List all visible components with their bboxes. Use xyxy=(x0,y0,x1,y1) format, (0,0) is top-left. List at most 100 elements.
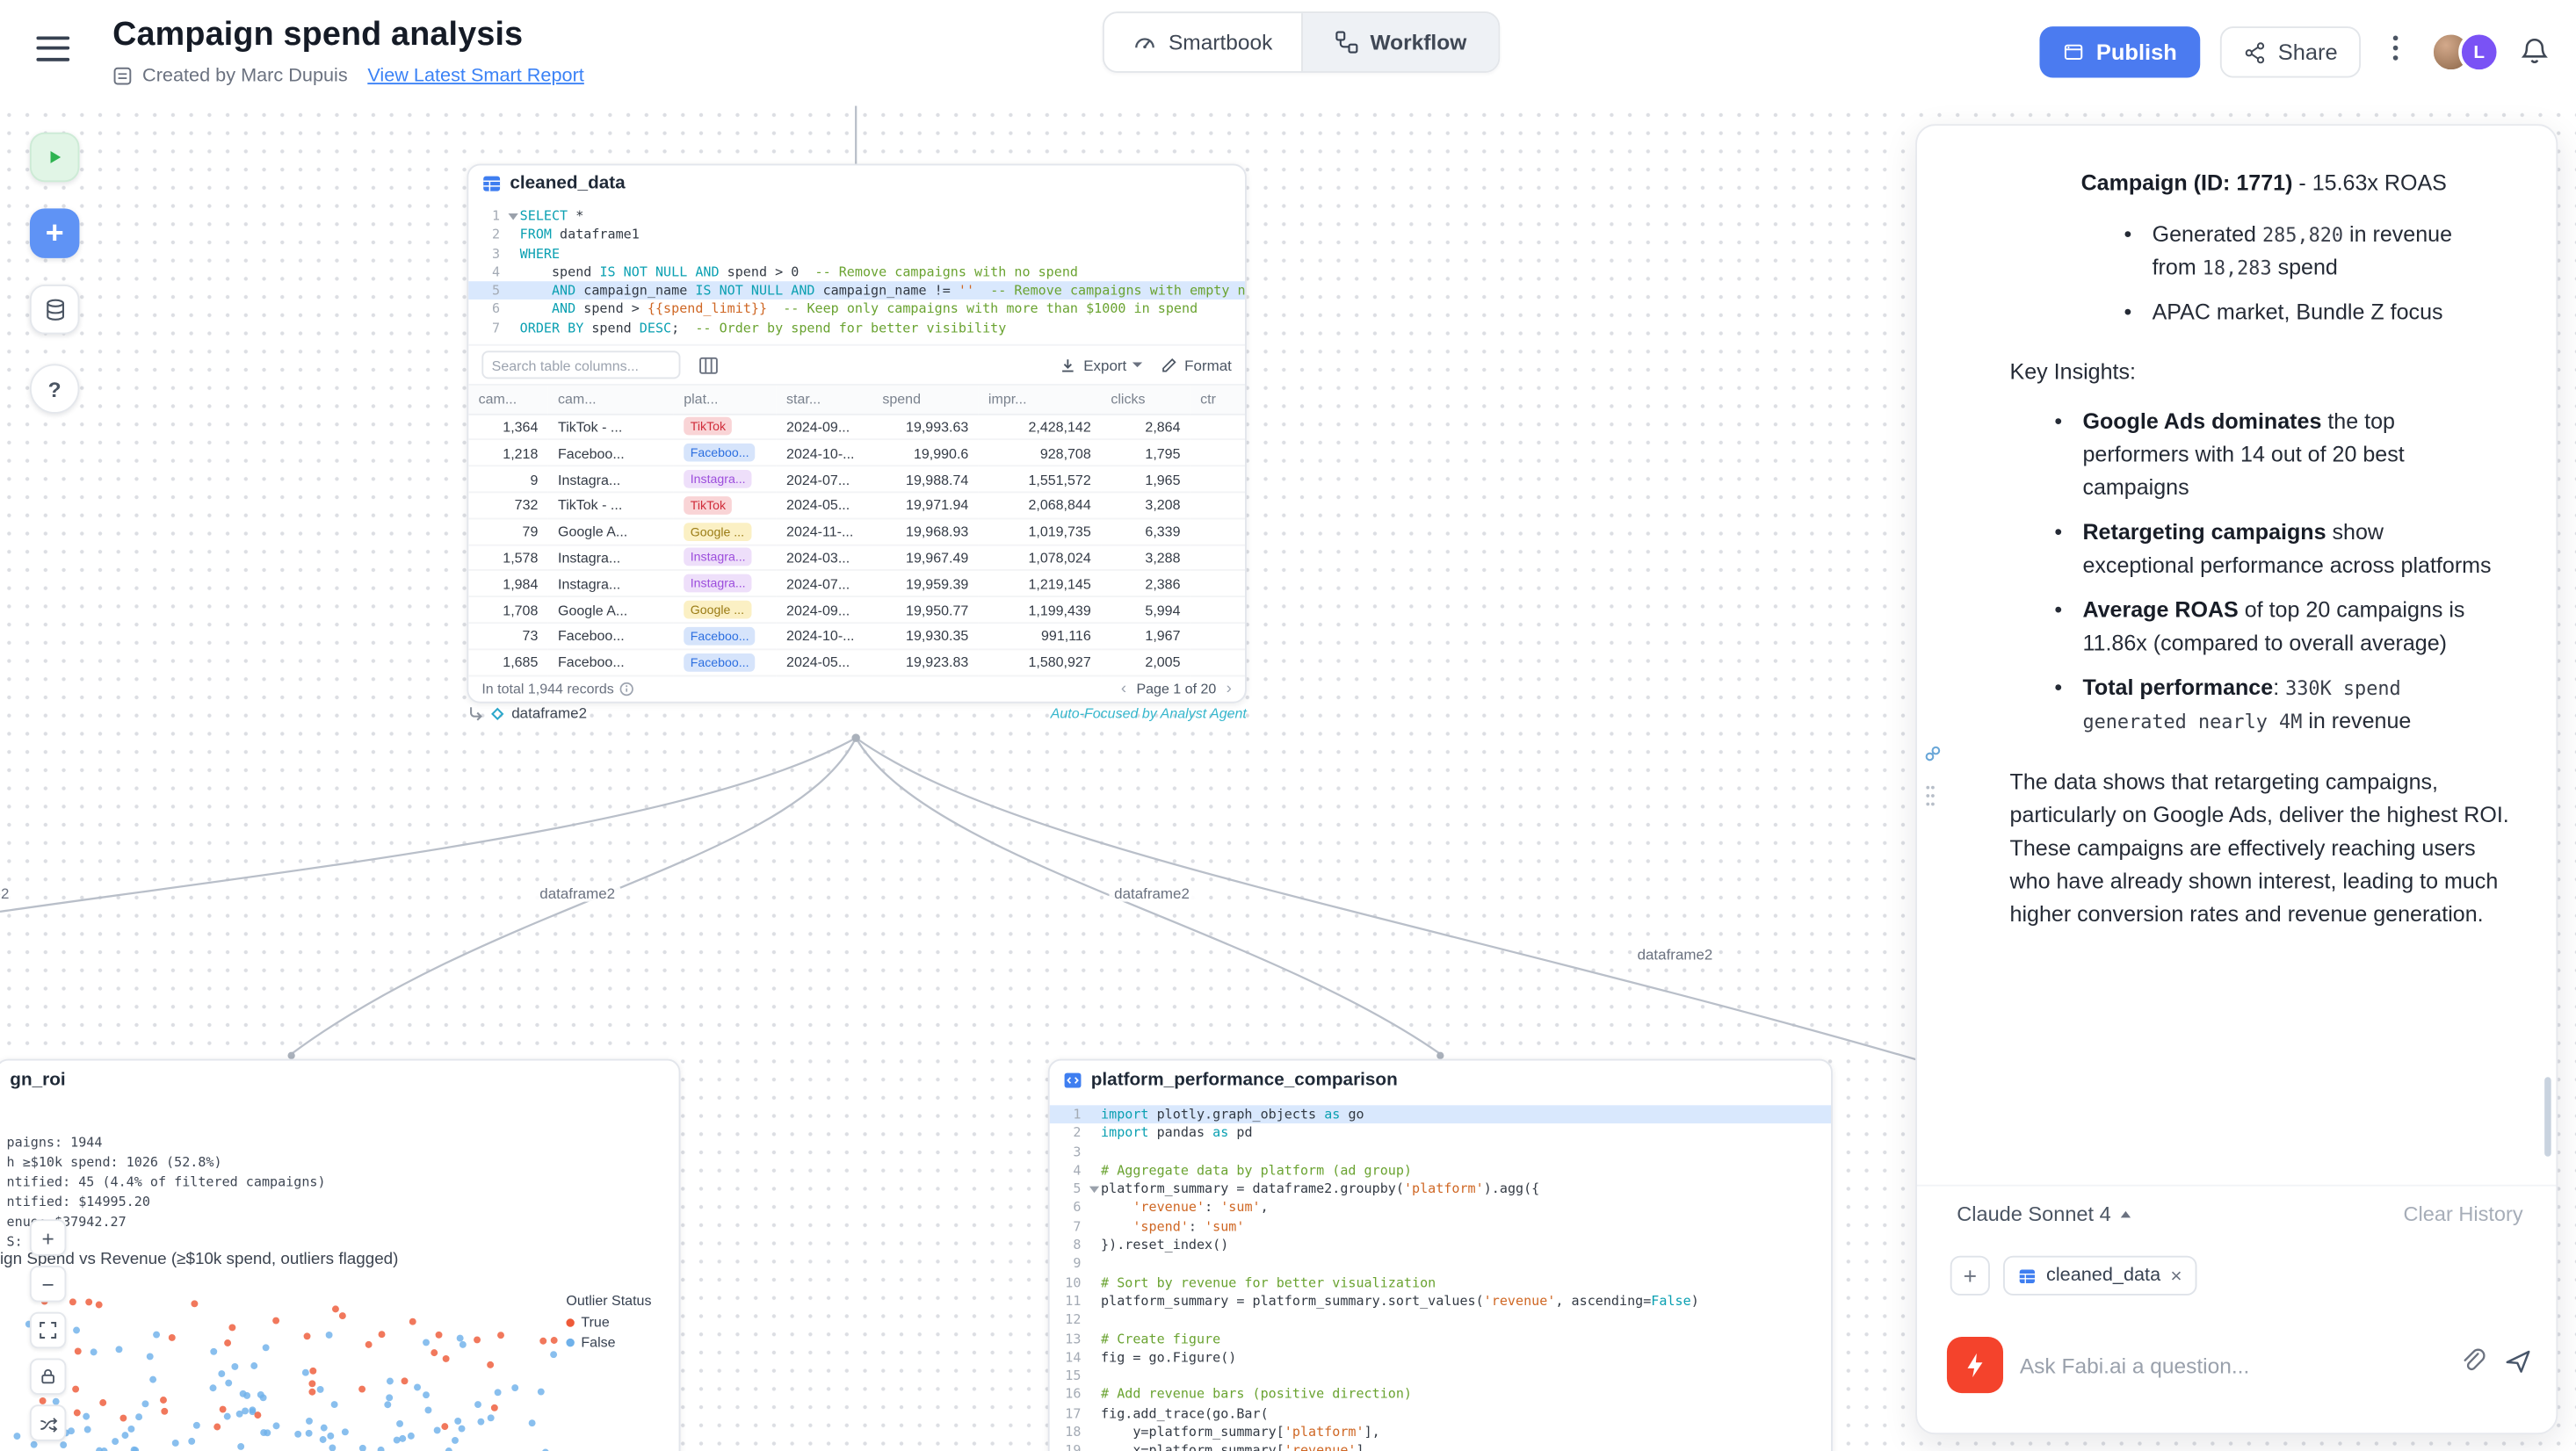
table-toolbar: Export Format xyxy=(468,344,1245,386)
platform-badge: Google ... xyxy=(684,601,750,619)
columns-icon[interactable] xyxy=(698,355,719,375)
chat-input[interactable] xyxy=(2020,1353,2442,1377)
export-label: Export xyxy=(1083,357,1126,373)
share-icon xyxy=(2243,40,2266,63)
column-header[interactable]: plat... xyxy=(674,386,777,414)
app-window: Campaign spend analysis Created by Marc … xyxy=(0,0,2576,1451)
tab-smartbook[interactable]: Smartbook xyxy=(1104,13,1300,71)
info-icon xyxy=(619,681,633,696)
code-line: 5platform_summary = dataframe2.groupby('… xyxy=(1050,1180,1831,1198)
edge-label: dataframe2 xyxy=(535,885,620,902)
table-row[interactable]: 1,578Instagra...Instagra...2024-03...19,… xyxy=(468,545,1245,571)
table-row[interactable]: 1,218Faceboo...Faceboo...2024-10-...19,9… xyxy=(468,440,1245,466)
sql-editor[interactable]: 1SELECT *2FROM dataframe13WHERE4 spend I… xyxy=(468,202,1245,344)
attach-file-button[interactable] xyxy=(2458,1346,2486,1382)
context-chip[interactable]: cleaned_data × xyxy=(2003,1256,2197,1296)
model-selector[interactable]: Claude Sonnet 4 xyxy=(1957,1202,2131,1225)
help-button[interactable]: ? xyxy=(30,364,80,414)
chevron-up-icon xyxy=(2121,1211,2131,1218)
code-line: 11platform_summary = platform_summary.so… xyxy=(1050,1292,1831,1310)
column-header[interactable]: clicks xyxy=(1101,386,1190,414)
remove-context-icon[interactable]: × xyxy=(2170,1264,2182,1287)
table-row[interactable]: 9Instagra...Instagra...2024-07...19,988.… xyxy=(468,466,1245,493)
latest-report-link[interactable]: View Latest Smart Report xyxy=(367,66,584,86)
column-header[interactable]: spend xyxy=(872,386,979,414)
publish-button[interactable]: Publish xyxy=(2040,26,2200,77)
paperclip-icon xyxy=(2458,1346,2486,1375)
zoom-in-button[interactable]: + xyxy=(30,1219,66,1255)
node-campaign-roi[interactable]: gn_roi paigns: 1944h ≥$10k spend: 1026 (… xyxy=(0,1059,680,1451)
avatar-initial[interactable]: L xyxy=(2458,32,2500,73)
column-header[interactable]: impr... xyxy=(979,386,1101,414)
table-row[interactable]: 1,708Google A...Google ...2024-09...19,9… xyxy=(468,596,1245,623)
code-line: 2import pandas as pd xyxy=(1050,1124,1831,1143)
zoom-out-button[interactable]: − xyxy=(30,1266,66,1302)
table-row[interactable]: 1,685Faceboo...Faceboo...2024-05...19,92… xyxy=(468,649,1245,675)
python-editor[interactable]: 1import plotly.graph_objects as go2impor… xyxy=(1050,1101,1831,1451)
column-header[interactable]: cam... xyxy=(548,386,674,414)
data-sources-button[interactable] xyxy=(30,285,80,335)
node-output-row: dataframe2 Auto-Focused by Analyst Agent xyxy=(467,704,1247,721)
bolt-icon xyxy=(1962,1352,1988,1378)
notifications-bell-icon[interactable] xyxy=(2520,35,2553,69)
table-footer: In total 1,944 records ‹ Page 1 of 20 › xyxy=(468,676,1245,701)
node-header[interactable]: platform_performance_comparison xyxy=(1050,1060,1831,1100)
node-title: platform_performance_comparison xyxy=(1091,1071,1398,1091)
panel-resize-grip[interactable] xyxy=(1924,784,1937,816)
run-workflow-button[interactable] xyxy=(30,133,80,183)
node-platform-performance[interactable]: platform_performance_comparison 1import … xyxy=(1048,1059,1833,1451)
table-row[interactable]: 1,364TikTok - ...TikTok2024-09...19,993.… xyxy=(468,414,1245,440)
code-line: 10# Sort by revenue for better visualiza… xyxy=(1050,1274,1831,1292)
tab-smartbook-label: Smartbook xyxy=(1169,30,1272,54)
view-mode-toggle: Smartbook Workflow xyxy=(1103,11,1500,73)
column-header[interactable]: ctr xyxy=(1190,386,1245,414)
column-header[interactable]: cam... xyxy=(468,386,547,414)
fit-view-button[interactable] xyxy=(30,1312,66,1348)
insight-paragraph: The data shows that retargeting campaign… xyxy=(2010,766,2510,931)
table-search-input[interactable] xyxy=(481,350,680,379)
code-line: 3 xyxy=(1050,1143,1831,1161)
workflow-canvas[interactable]: dataframe2 dataframe2 dataframe2 datafra… xyxy=(0,106,2576,1451)
tab-workflow[interactable]: Workflow xyxy=(1300,13,1498,71)
column-header[interactable]: star... xyxy=(777,386,872,414)
code-line: 3WHERE xyxy=(468,244,1245,263)
code-line: 9 xyxy=(1050,1255,1831,1274)
prev-page-icon[interactable]: ‹ xyxy=(1121,679,1126,697)
export-button[interactable]: Export xyxy=(1060,357,1143,373)
next-page-icon[interactable]: › xyxy=(1226,679,1232,697)
node-header[interactable]: cleaned_data xyxy=(468,165,1245,201)
avatar-group[interactable]: L xyxy=(2430,32,2500,73)
fabi-logo xyxy=(1947,1337,2003,1393)
code-line: 5 AND campaign_name IS NOT NULL AND camp… xyxy=(468,282,1245,300)
auto-layout-button[interactable] xyxy=(30,1404,66,1440)
lock-canvas-button[interactable] xyxy=(30,1359,66,1395)
more-options-icon[interactable] xyxy=(2381,35,2411,70)
code-line: 16# Add revenue bars (positive direction… xyxy=(1050,1386,1831,1404)
hamburger-menu-icon[interactable] xyxy=(36,36,69,66)
dataframe-icon xyxy=(490,705,505,720)
clear-history-button[interactable]: Clear History xyxy=(2404,1202,2523,1225)
send-button[interactable] xyxy=(2503,1346,2533,1383)
code-line: 1import plotly.graph_objects as go xyxy=(1050,1105,1831,1123)
format-button[interactable]: Format xyxy=(1161,357,1232,373)
table-row[interactable]: 1,984Instagra...Instagra...2024-07...19,… xyxy=(468,571,1245,597)
panel-anchor-icon[interactable] xyxy=(1924,741,1943,771)
code-line: 7 'spend': 'sum' xyxy=(1050,1217,1831,1236)
platform-badge: Instagra... xyxy=(684,548,752,567)
share-button[interactable]: Share xyxy=(2220,26,2361,77)
output-dataframe-label[interactable]: dataframe2 xyxy=(511,704,587,721)
code-line: 19 x=platform_summary['revenue'], xyxy=(1050,1441,1831,1451)
code-line: 7ORDER BY spend DESC; -- Order by spend … xyxy=(468,319,1245,337)
chevron-down-icon xyxy=(1133,363,1143,368)
platform-badge: Instagra... xyxy=(684,470,752,488)
node-cleaned-data[interactable]: cleaned_data 1SELECT *2FROM dataframe13W… xyxy=(467,163,1247,702)
add-context-button[interactable]: + xyxy=(1950,1256,1990,1296)
code-line: 4# Aggregate data by platform (ad group) xyxy=(1050,1161,1831,1180)
table-row[interactable]: 79Google A...Google ...2024-11-...19,968… xyxy=(468,518,1245,545)
panel-scrollbar[interactable] xyxy=(2544,1077,2551,1156)
code-line: 14fig = go.Figure() xyxy=(1050,1348,1831,1367)
code-line: 15 xyxy=(1050,1367,1831,1385)
table-row[interactable]: 73Faceboo...Faceboo...2024-10-...19,930.… xyxy=(468,623,1245,649)
table-row[interactable]: 732TikTok - ...TikTok2024-05...19,971.94… xyxy=(468,492,1245,518)
add-node-button[interactable]: + xyxy=(30,208,80,258)
